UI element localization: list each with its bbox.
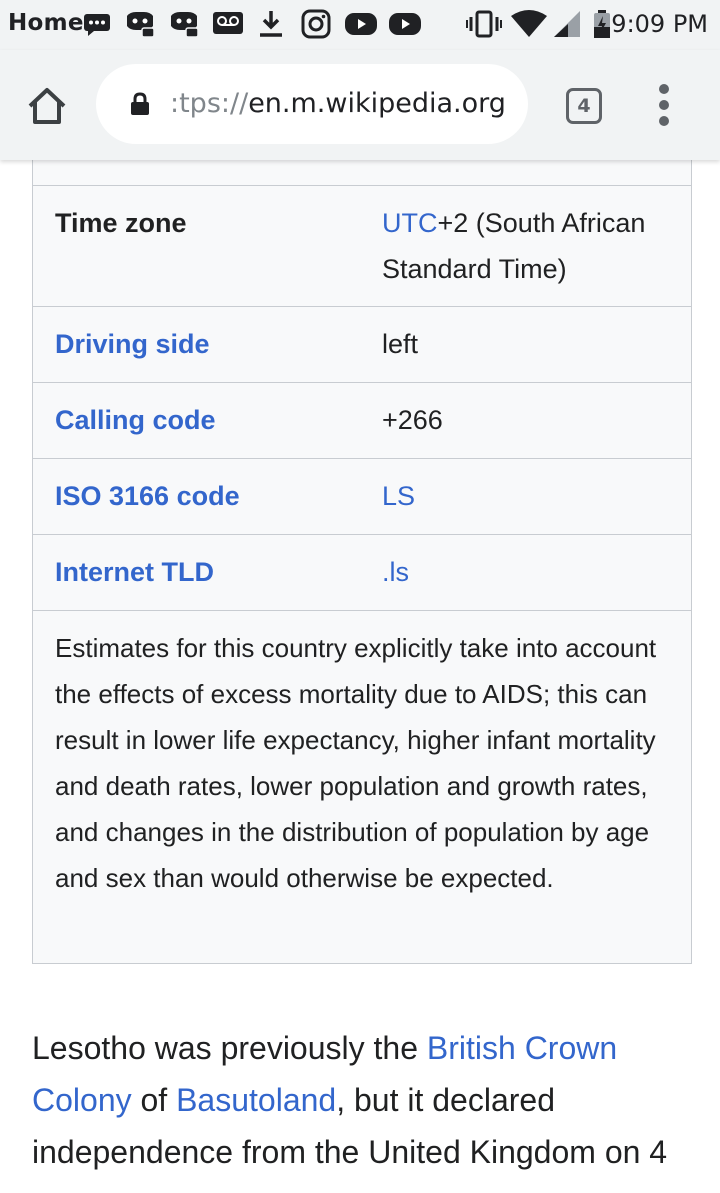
infobox-label: Time zone — [55, 208, 187, 238]
tld-link[interactable]: .ls — [382, 549, 672, 595]
home-button[interactable] — [24, 83, 70, 129]
calling-code-link[interactable]: Calling code — [55, 405, 216, 436]
battery-icon — [592, 9, 612, 39]
discord-icon — [124, 9, 156, 39]
address-bar[interactable]: :tps://en.m.wikipedia.org — [96, 64, 528, 144]
driving-side-link[interactable]: Driving side — [55, 329, 210, 360]
paragraph-text: Lesotho was previously the — [32, 1030, 427, 1066]
article-paragraph: Lesotho was previously the British Crown… — [32, 1022, 692, 1178]
home-label: Home — [8, 10, 84, 36]
vibrate-icon — [466, 9, 502, 39]
infobox-value: +266 — [382, 405, 443, 435]
utc-link[interactable]: UTC — [382, 208, 438, 238]
url-scheme: :tps:// — [170, 88, 249, 119]
infobox-table: Time zone UTC+2 (South African Standard … — [32, 140, 692, 964]
message-icon — [82, 9, 112, 39]
youtube-icon — [344, 9, 378, 39]
wifi-icon — [510, 9, 548, 39]
internet-tld-link[interactable]: Internet TLD — [55, 557, 214, 588]
infobox-note-row: Estimates for this country explicitly ta… — [33, 610, 691, 963]
status-time: 9:09 PM — [611, 10, 708, 38]
infobox-value: UTC+2 (South African Standard Time) — [382, 200, 672, 292]
browser-toolbar: :tps://en.m.wikipedia.org 4 — [0, 50, 720, 160]
basutoland-link[interactable]: Basutoland — [176, 1082, 336, 1118]
overflow-menu-icon[interactable] — [652, 84, 676, 126]
table-row: ISO 3166 code LS — [33, 458, 691, 534]
table-row: Time zone UTC+2 (South African Standard … — [33, 185, 691, 306]
url-host: en.m.wikipedia.org — [248, 88, 506, 119]
youtube-icon — [388, 9, 422, 39]
house-icon — [28, 88, 66, 124]
infobox-value: left — [382, 329, 419, 359]
signal-icon — [552, 9, 582, 39]
table-row: Driving side left — [33, 306, 691, 382]
table-row: Calling code +266 — [33, 382, 691, 458]
iso-code-link[interactable]: LS — [382, 473, 672, 519]
lock-icon — [131, 92, 149, 115]
voicemail-icon — [212, 9, 244, 39]
url-text[interactable]: :tps://en.m.wikipedia.org — [170, 88, 506, 119]
download-icon — [256, 9, 286, 39]
infobox-note: Estimates for this country explicitly ta… — [55, 633, 657, 893]
tab-switcher-button[interactable]: 4 — [566, 88, 602, 124]
discord-icon — [168, 9, 200, 39]
paragraph-text: of — [131, 1082, 177, 1118]
iso-3166-link[interactable]: ISO 3166 code — [55, 481, 240, 512]
table-row: Internet TLD .ls — [33, 534, 691, 610]
instagram-icon — [300, 9, 332, 39]
status-bar: Home 9:09 PM — [0, 0, 720, 50]
